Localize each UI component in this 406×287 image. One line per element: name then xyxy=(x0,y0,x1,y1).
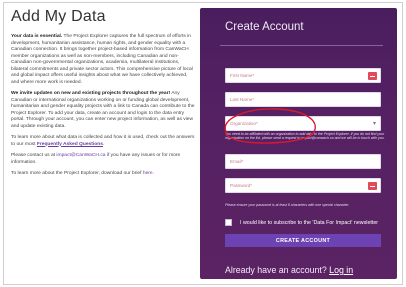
password-field[interactable]: Password* xyxy=(225,178,381,193)
brief-text: To learn more about the Project Explorer… xyxy=(11,171,143,176)
first-name-placeholder: First Name* xyxy=(230,73,255,78)
newsletter-checkbox[interactable] xyxy=(225,219,232,226)
login-prompt-text: Already have an account? xyxy=(225,265,330,275)
invite-paragraph: We invite updates on new and existing pr… xyxy=(11,91,196,130)
intro-lead: Your data is essential. xyxy=(11,34,63,39)
error-icon xyxy=(368,182,377,190)
last-name-field[interactable]: Last Name* xyxy=(225,92,381,107)
organization-note: You need to be affiliated with an organi… xyxy=(225,132,385,141)
faq-link[interactable]: Frequently Asked Questions xyxy=(37,142,103,147)
faq-end: . xyxy=(102,141,105,147)
organization-select[interactable]: Organization* ▾ xyxy=(225,116,381,131)
chevron-down-icon: ▾ xyxy=(372,121,376,127)
create-account-button[interactable]: CREATE ACCOUNT xyxy=(225,234,381,247)
login-link[interactable]: Log in xyxy=(329,265,353,275)
create-account-panel: Create Account First Name* Last Name* Or… xyxy=(200,8,397,279)
newsletter-option[interactable]: I would like to subscribe to the 'Data F… xyxy=(225,219,390,229)
email-field[interactable]: Email* xyxy=(225,154,381,169)
password-placeholder: Password* xyxy=(230,183,252,188)
page-title: Add My Data xyxy=(11,8,106,25)
panel-title: Create Account xyxy=(225,21,304,33)
faq-paragraph: To learn more about what data is collect… xyxy=(11,135,196,148)
intro-paragraph: Your data is essential. The Project Expl… xyxy=(11,34,196,86)
first-name-field[interactable]: First Name* xyxy=(225,68,381,83)
newsletter-label: I would like to subscribe to the 'Data F… xyxy=(240,220,379,226)
brief-download-link[interactable]: here xyxy=(143,171,153,176)
contact-paragraph: Please contact us at impact@CanWaCH.ca i… xyxy=(11,153,196,166)
brief-paragraph: To learn more about the Project Explorer… xyxy=(11,171,196,178)
intro-column: Add My Data Your data is essential. The … xyxy=(11,8,196,183)
error-icon xyxy=(368,72,377,80)
email-placeholder: Email* xyxy=(230,159,244,164)
brief-end: . xyxy=(152,171,155,176)
organization-placeholder: Organization* xyxy=(230,121,258,126)
intro-text: The Project Explorer captures the full s… xyxy=(11,34,193,85)
login-prompt: Already have an account? Log in xyxy=(225,265,353,275)
panel-divider xyxy=(220,45,383,46)
contact-text: Please contact us at xyxy=(11,153,57,158)
last-name-placeholder: Last Name* xyxy=(230,97,255,102)
invite-text: Any Canadian or international organizati… xyxy=(11,91,195,129)
contact-email-link[interactable]: impact@CanWaCH.ca xyxy=(56,153,105,158)
invite-lead: We invite updates on new and existing pr… xyxy=(11,91,171,96)
password-note: Please ensure your password is at least … xyxy=(225,203,350,207)
